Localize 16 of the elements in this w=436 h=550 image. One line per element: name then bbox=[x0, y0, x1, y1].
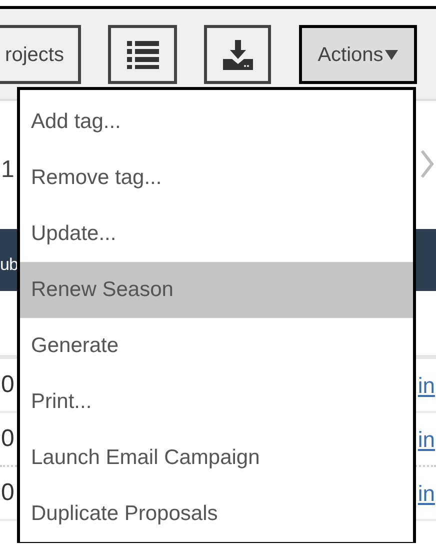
table-link[interactable]: in bbox=[418, 368, 435, 402]
list-view-button[interactable] bbox=[108, 25, 177, 84]
table-link[interactable]: in bbox=[418, 476, 435, 510]
download-icon bbox=[222, 40, 252, 70]
header-text: ub bbox=[0, 254, 18, 276]
table-cell-text: 0 bbox=[1, 478, 14, 508]
download-button[interactable] bbox=[204, 25, 271, 84]
table-cell-text: 0 bbox=[1, 370, 14, 400]
menu-item[interactable]: Renew Season bbox=[20, 262, 413, 318]
list-icon bbox=[126, 40, 158, 68]
caret-icon bbox=[385, 50, 398, 60]
table-cell-text: 0 bbox=[1, 424, 14, 454]
projects-button[interactable]: rojects bbox=[0, 25, 81, 84]
page-number: 1 bbox=[1, 155, 14, 185]
actions-button[interactable]: Actions bbox=[299, 25, 417, 84]
table-link[interactable]: in bbox=[418, 422, 435, 456]
